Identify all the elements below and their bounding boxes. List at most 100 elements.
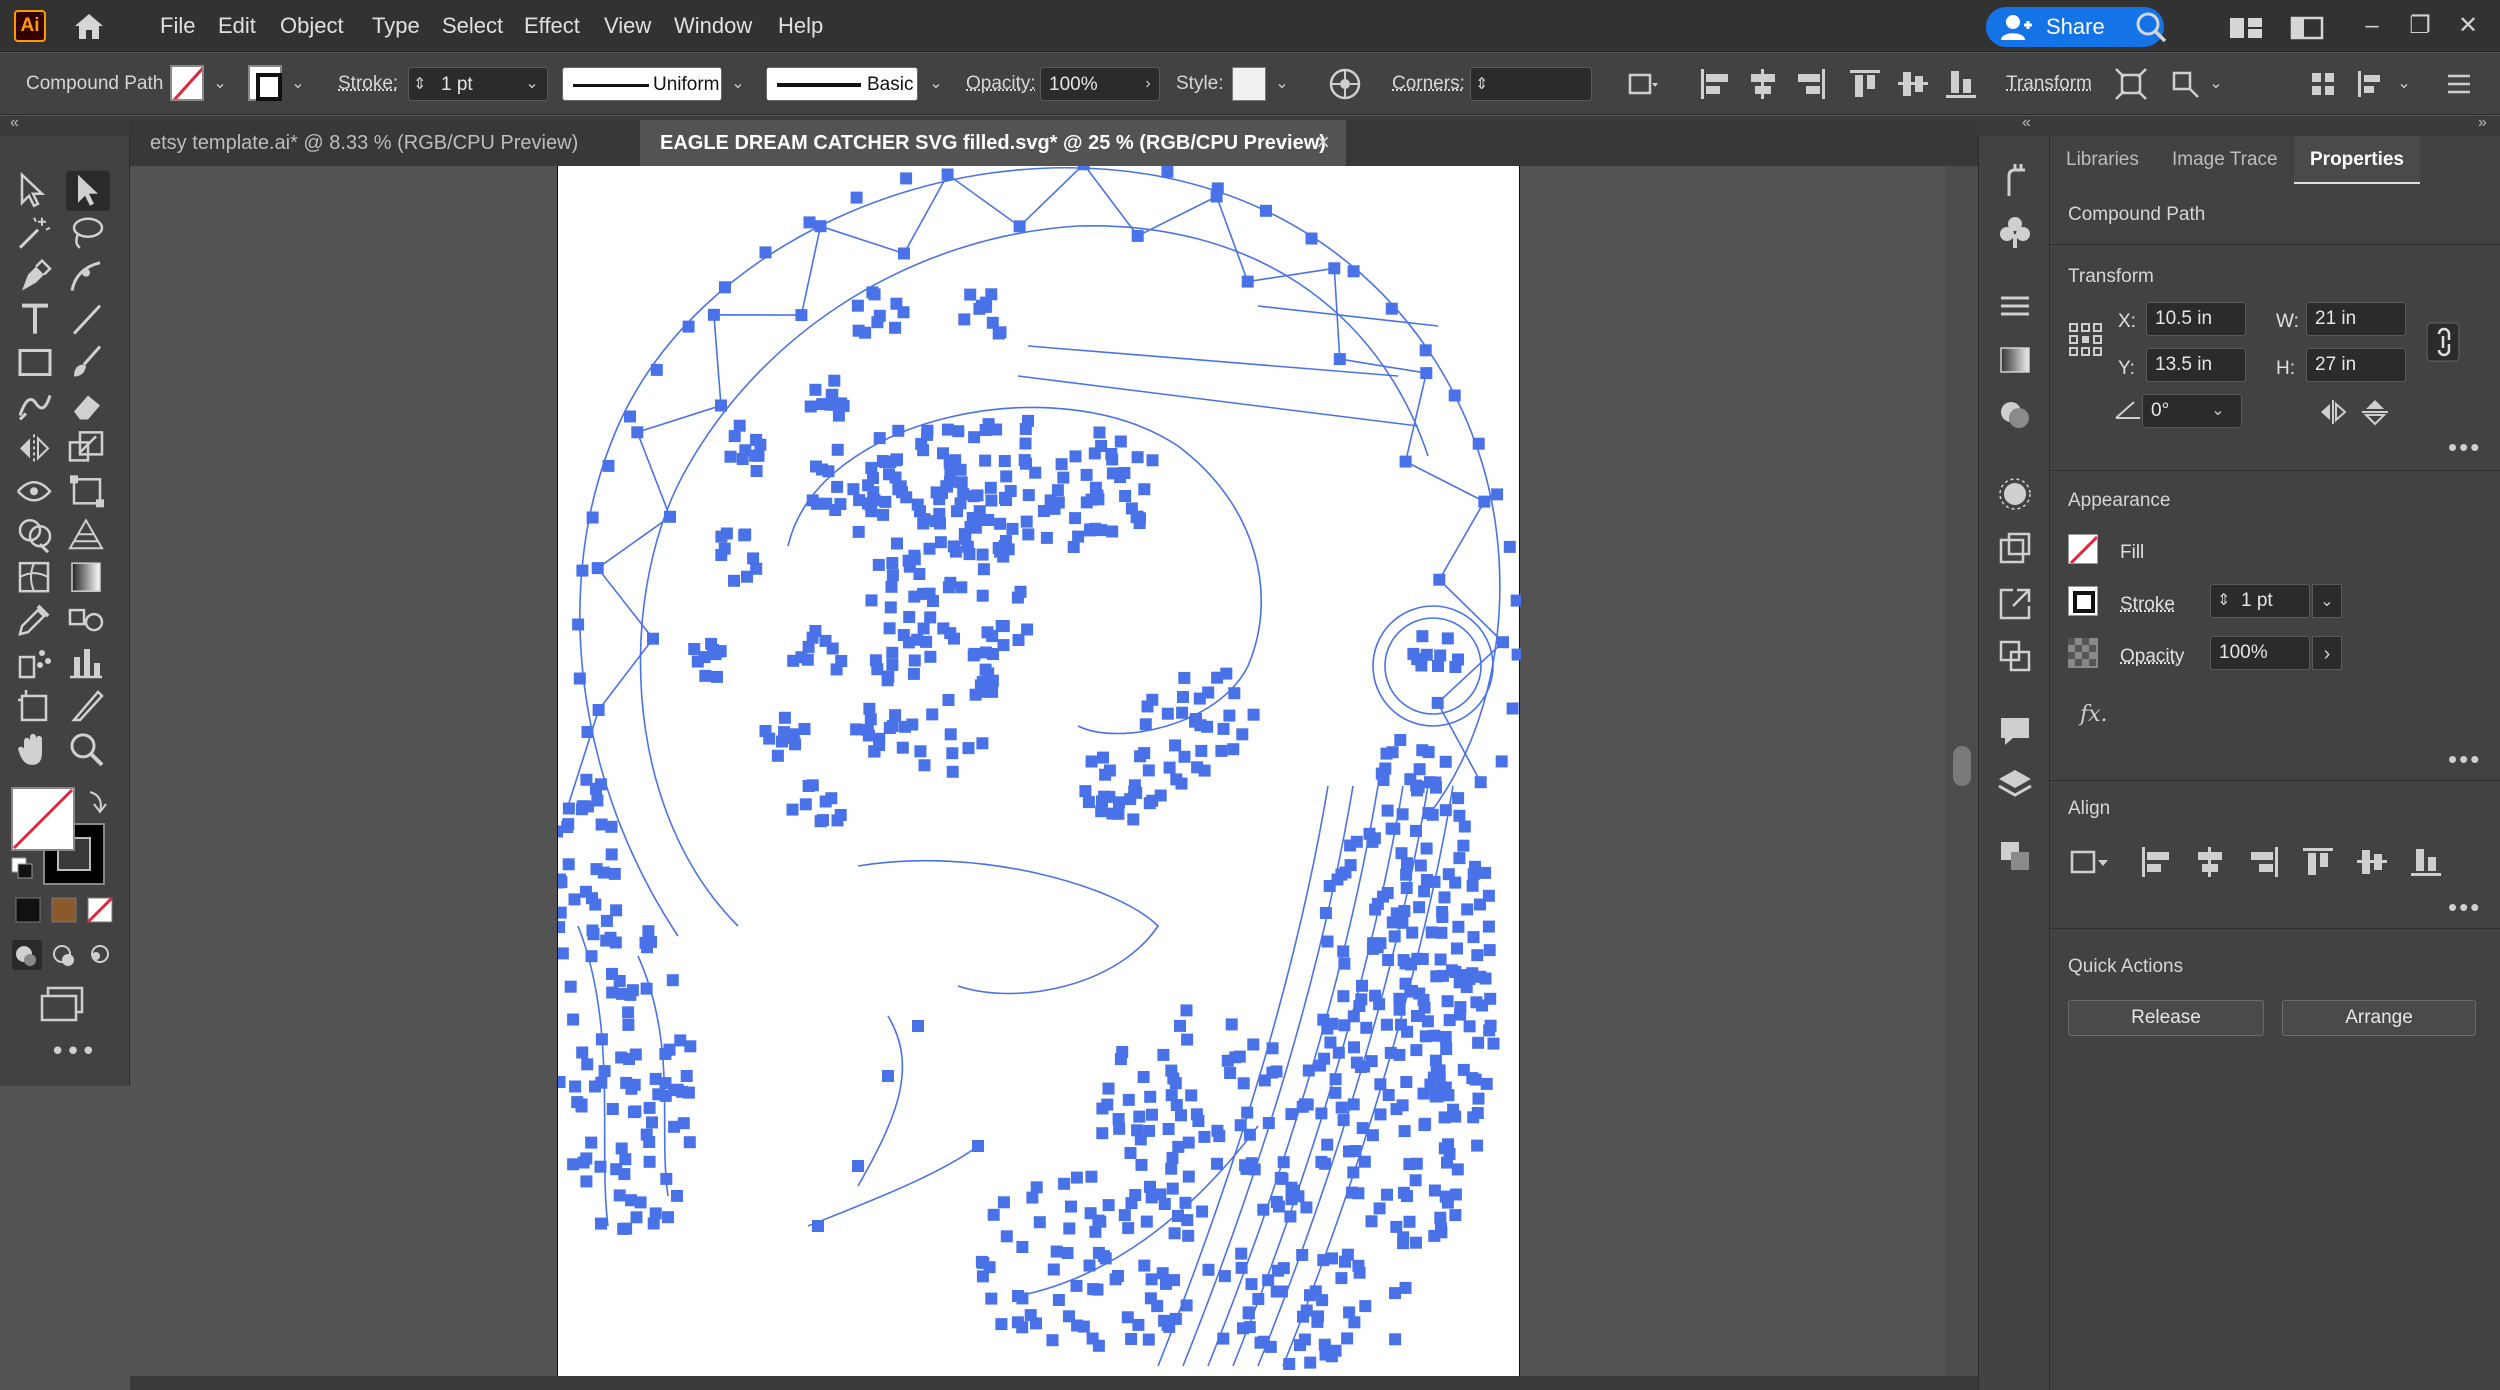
pathfinder-icon[interactable] bbox=[1995, 836, 2035, 876]
tab-libraries[interactable]: Libraries bbox=[2050, 136, 2155, 184]
perspective-grid-icon[interactable] bbox=[68, 518, 104, 550]
stroke-swatch[interactable] bbox=[2068, 586, 2098, 616]
curvature-tool-icon[interactable] bbox=[70, 261, 101, 291]
close-icon[interactable]: × bbox=[1308, 120, 1338, 166]
chevron-down-icon[interactable]: ⌄ bbox=[2392, 67, 2416, 101]
more-options-icon[interactable]: ••• bbox=[2448, 744, 2481, 775]
color-mode-buttons[interactable] bbox=[15, 896, 114, 924]
menu-view[interactable]: View bbox=[604, 0, 651, 52]
menu-effect[interactable]: Effect bbox=[524, 0, 580, 52]
menu-file[interactable]: File bbox=[160, 0, 195, 52]
align-top-icon[interactable] bbox=[2300, 844, 2336, 880]
chevron-down-icon[interactable]: ⌄ bbox=[1270, 67, 1294, 101]
chevron-right-icon[interactable]: › bbox=[2312, 636, 2342, 670]
graphic-style-swatch[interactable] bbox=[1232, 67, 1266, 101]
gradient-tool-icon[interactable] bbox=[71, 562, 101, 592]
reference-point-icon[interactable] bbox=[2068, 322, 2104, 358]
menu-edit[interactable]: Edit bbox=[218, 0, 256, 52]
paintbrush-icon[interactable] bbox=[74, 345, 102, 377]
brush-definition[interactable]: Basic bbox=[766, 67, 918, 101]
stroke-weight-field[interactable]: ⇕ 1 pt bbox=[2210, 584, 2310, 618]
fill-stroke-swatches[interactable] bbox=[11, 787, 107, 885]
stepper-icon[interactable]: ⇕ bbox=[1475, 68, 1488, 102]
chevron-down-icon[interactable]: ⌄ bbox=[2312, 584, 2342, 618]
screen-mode-icon[interactable] bbox=[40, 986, 84, 1022]
stepper-icon[interactable]: ⇕ bbox=[2217, 585, 2230, 617]
more-options-icon[interactable]: ••• bbox=[2448, 892, 2481, 923]
graphic-styles-icon[interactable] bbox=[1995, 528, 2035, 568]
search-icon[interactable] bbox=[2134, 10, 2168, 44]
workspace-icon[interactable] bbox=[2228, 14, 2264, 42]
layers-icon[interactable] bbox=[1995, 764, 2035, 804]
type-tool-icon[interactable] bbox=[22, 303, 48, 334]
direct-selection-tool-icon[interactable] bbox=[66, 170, 110, 211]
stroke-panel-icon[interactable] bbox=[1995, 286, 2035, 326]
fill-swatch[interactable] bbox=[170, 65, 204, 101]
draw-mode-buttons[interactable] bbox=[12, 940, 109, 970]
chevron-down-icon[interactable]: ⌄ bbox=[2204, 67, 2228, 101]
symbols-club-icon[interactable] bbox=[1995, 212, 2035, 252]
collapse-left-icon[interactable]: « bbox=[2022, 114, 2031, 132]
free-transform-icon[interactable] bbox=[70, 475, 104, 508]
close-icon[interactable]: ✕ bbox=[2448, 6, 2488, 46]
compound-path-selection[interactable] bbox=[558, 166, 1521, 1376]
isolate-icon[interactable] bbox=[2112, 65, 2150, 103]
chevron-down-icon[interactable]: ⌄ bbox=[286, 67, 310, 101]
scale-tool-icon[interactable] bbox=[68, 431, 104, 462]
tab-image-trace[interactable]: Image Trace bbox=[2156, 136, 2294, 184]
h-field[interactable]: 27 in bbox=[2306, 348, 2406, 382]
artboard[interactable] bbox=[557, 166, 1521, 1376]
shape-builder-icon[interactable] bbox=[18, 518, 52, 554]
comments-icon[interactable] bbox=[1995, 710, 2035, 750]
opacity-field[interactable]: 100% bbox=[2210, 636, 2310, 670]
eraser-icon[interactable] bbox=[74, 395, 100, 420]
chevron-down-icon[interactable]: ⌄ bbox=[726, 67, 750, 101]
canvas[interactable] bbox=[130, 166, 1978, 1390]
appearance-icon[interactable] bbox=[1995, 474, 2035, 514]
align-to-icon[interactable] bbox=[2068, 844, 2114, 882]
lasso-icon[interactable] bbox=[72, 217, 104, 249]
corners-label[interactable]: Corners: bbox=[1392, 53, 1465, 115]
align-bottom-icon[interactable] bbox=[2408, 844, 2444, 880]
tab-etsy-template[interactable]: etsy template.ai* @ 8.33 % (RGB/CPU Prev… bbox=[130, 120, 630, 166]
chevron-down-icon[interactable]: ⌄ bbox=[924, 67, 948, 101]
symbol-sprayer-icon[interactable] bbox=[18, 650, 51, 679]
edit-toolbar-icon[interactable]: ••• bbox=[50, 1037, 96, 1067]
align-left-icon[interactable] bbox=[1696, 65, 1734, 103]
menu-window[interactable]: Window bbox=[674, 0, 752, 52]
arrange-button[interactable]: Arrange bbox=[2282, 1000, 2476, 1036]
width-tool-icon[interactable] bbox=[17, 481, 52, 502]
rotate-tool-icon[interactable] bbox=[20, 434, 50, 463]
mesh-tool-icon[interactable] bbox=[18, 561, 50, 593]
more-options-icon[interactable]: ••• bbox=[2448, 432, 2481, 463]
fill-swatch[interactable] bbox=[2068, 534, 2098, 564]
align-vertical-center-icon[interactable] bbox=[2354, 844, 2390, 880]
stepper-icon[interactable]: ⇕ bbox=[413, 68, 426, 102]
vertical-scrollbar[interactable] bbox=[1945, 166, 1978, 1376]
home-icon[interactable] bbox=[72, 10, 106, 42]
rectangle-tool-icon[interactable] bbox=[18, 349, 52, 377]
stroke-label[interactable]: Stroke: bbox=[338, 53, 398, 115]
line-segment-icon[interactable] bbox=[72, 304, 102, 335]
align-bottom-icon[interactable] bbox=[1942, 65, 1980, 103]
opacity-label[interactable]: Opacity: bbox=[966, 53, 1036, 115]
gradient-icon[interactable] bbox=[1995, 340, 2035, 380]
chevron-down-icon[interactable]: ⌄ bbox=[2206, 394, 2230, 428]
pen-tool-icon[interactable] bbox=[22, 258, 52, 291]
menu-object[interactable]: Object bbox=[280, 0, 344, 52]
grid-options-icon[interactable] bbox=[2304, 65, 2342, 103]
transform-link[interactable]: Transform bbox=[2006, 53, 2092, 115]
artboard-tool-icon[interactable] bbox=[18, 689, 48, 722]
hand-tool-icon[interactable] bbox=[18, 733, 42, 765]
zoom-tool-icon[interactable] bbox=[70, 733, 104, 767]
align-vertical-center-icon[interactable] bbox=[1894, 65, 1932, 103]
arrange-documents-icon[interactable] bbox=[2290, 14, 2324, 42]
puppet-icon[interactable] bbox=[1995, 160, 2035, 200]
chevron-right-icon[interactable]: › bbox=[1136, 67, 1160, 101]
tab-properties[interactable]: Properties bbox=[2294, 136, 2420, 184]
collapse-right-icon[interactable]: » bbox=[2478, 114, 2487, 132]
constrain-proportions-icon[interactable] bbox=[2426, 322, 2460, 362]
export-icon[interactable] bbox=[1995, 584, 2035, 624]
w-field[interactable]: 21 in bbox=[2306, 302, 2406, 336]
align-horizontal-center-icon[interactable] bbox=[1744, 65, 1782, 103]
